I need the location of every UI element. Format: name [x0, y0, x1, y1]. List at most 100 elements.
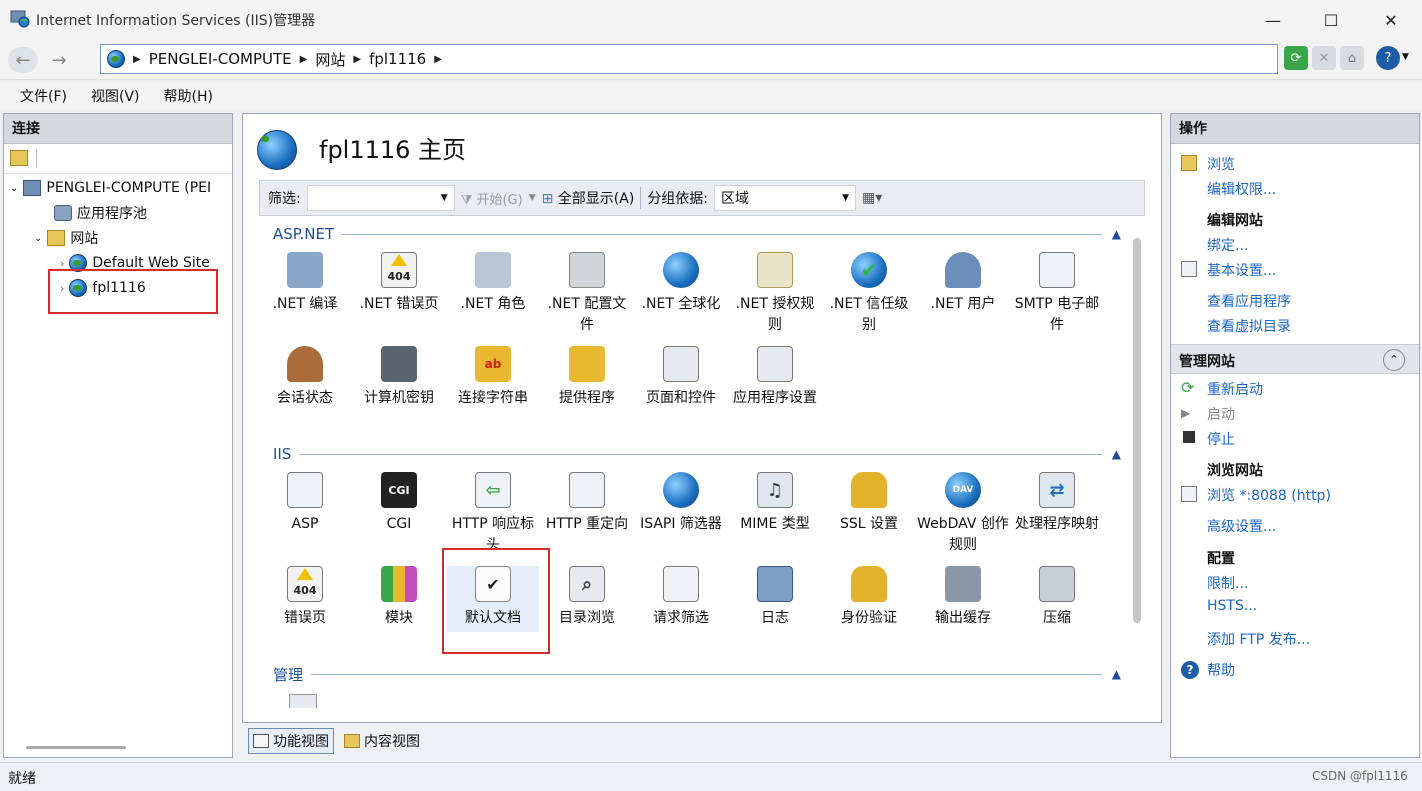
feature-output-caching[interactable]: 输出缓存	[917, 566, 1009, 629]
start-filter-button[interactable]: ⧩ 开始(G)	[461, 189, 523, 208]
feature-pages-controls[interactable]: 页面和控件	[635, 346, 727, 409]
feature-compression[interactable]: 压缩	[1011, 566, 1103, 629]
menu-view[interactable]: 视图(V)	[91, 86, 140, 106]
feature-modules[interactable]: 模块	[353, 566, 445, 629]
action-stop[interactable]: 停止	[1207, 429, 1235, 449]
feature-directory-browsing[interactable]: ⌕ 目录浏览	[541, 566, 633, 629]
feature-http-redirect[interactable]: HTTP 重定向	[541, 472, 633, 535]
breadcrumb-arrow-icon[interactable]: ▶	[353, 54, 361, 65]
feature-net-users[interactable]: .NET 用户	[917, 252, 1009, 315]
maximize-button[interactable]: ☐	[1302, 0, 1360, 40]
session-icon	[287, 346, 323, 382]
menu-help[interactable]: 帮助(H)	[164, 86, 213, 106]
asp-icon	[287, 472, 323, 508]
feature-isapi-filters[interactable]: ISAPI 筛选器	[635, 472, 727, 535]
action-start[interactable]: 启动	[1207, 404, 1235, 424]
feature-machine-key[interactable]: 计算机密钥	[353, 346, 445, 409]
action-add-ftp[interactable]: 添加 FTP 发布...	[1207, 629, 1310, 649]
action-hsts[interactable]: HSTS...	[1207, 598, 1257, 614]
action-browse-port[interactable]: 浏览 *:8088 (http)	[1207, 485, 1331, 505]
feature-session-state[interactable]: 会话状态	[259, 346, 351, 409]
view-toggle-icon[interactable]: ▦▾	[862, 190, 882, 206]
feature-asp[interactable]: ASP	[259, 472, 351, 535]
section-iis[interactable]: IIS ▲	[259, 442, 1129, 466]
feature-net-globalization[interactable]: .NET 全球化	[635, 252, 727, 315]
help-icon[interactable]: ?	[1376, 46, 1400, 70]
vertical-scrollbar[interactable]	[1133, 238, 1141, 623]
breadcrumb-arrow-icon[interactable]: ▶	[300, 54, 308, 65]
chevron-right-icon[interactable]: ›	[60, 257, 64, 270]
back-button[interactable]: ←	[8, 47, 38, 73]
action-help[interactable]: 帮助	[1207, 660, 1235, 680]
isapi-filter-icon	[663, 472, 699, 508]
breadcrumb-sites[interactable]: 网站	[315, 49, 345, 70]
tab-content-view[interactable]: 内容视图	[340, 728, 424, 754]
directory-browse-icon: ⌕	[569, 566, 605, 602]
feature-webdav-authoring[interactable]: DAV WebDAV 创作规则	[917, 472, 1009, 556]
feature-connection-strings[interactable]: ab 连接字符串	[447, 346, 539, 409]
close-button[interactable]: ✕	[1362, 0, 1420, 40]
feature-net-authorization[interactable]: .NET 授权规则	[729, 252, 821, 336]
breadcrumb-site[interactable]: fpl1116	[369, 50, 426, 68]
dropdown-arrow-icon[interactable]: ▼	[842, 193, 849, 203]
breadcrumb-arrow-icon[interactable]: ▶	[434, 54, 442, 65]
help-dropdown-icon[interactable]: ▼	[1402, 52, 1409, 62]
feature-net-error-pages[interactable]: 404 .NET 错误页	[353, 252, 445, 315]
manage-feature-icon[interactable]	[289, 694, 317, 708]
horizontal-scrollbar[interactable]	[26, 746, 126, 749]
minimize-button[interactable]: —	[1244, 0, 1302, 40]
section-manage[interactable]: 管理 ▲	[259, 662, 1129, 686]
feature-mime-types[interactable]: ♫ MIME 类型	[729, 472, 821, 535]
breadcrumb-arrow-icon[interactable]: ▶	[133, 54, 141, 65]
collapse-icon[interactable]: ▲	[1102, 667, 1129, 681]
feature-authentication[interactable]: 身份验证	[823, 566, 915, 629]
action-view-applications[interactable]: 查看应用程序	[1207, 291, 1291, 311]
breadcrumb-server[interactable]: PENGLEI-COMPUTE	[149, 50, 292, 68]
tree-item-server[interactable]: ⌄ PENGLEI-COMPUTE (PEI	[10, 176, 211, 200]
action-basic-settings[interactable]: 基本设置...	[1207, 260, 1276, 280]
collapse-icon[interactable]: ▲	[1102, 227, 1129, 241]
feature-cgi[interactable]: CGI CGI	[353, 472, 445, 535]
action-limits[interactable]: 限制...	[1207, 573, 1248, 593]
action-bindings[interactable]: 绑定...	[1207, 235, 1248, 255]
feature-request-filtering[interactable]: 请求筛选	[635, 566, 727, 629]
group-by-select[interactable]: 区域 ▼	[714, 185, 857, 211]
feature-net-roles[interactable]: .NET 角色	[447, 252, 539, 315]
forward-button[interactable]: →	[44, 47, 74, 73]
breadcrumb[interactable]: ▶ PENGLEI-COMPUTE ▶ 网站 ▶ fpl1116 ▶	[100, 44, 1278, 74]
feature-net-compile[interactable]: .NET 编译	[259, 252, 351, 315]
tree-item-app-pools[interactable]: 应用程序池	[54, 201, 147, 225]
feature-net-profile[interactable]: .NET 配置文件	[541, 252, 633, 336]
collapse-icon[interactable]: ⌃	[1383, 349, 1405, 371]
chevron-down-icon[interactable]: ⌄	[10, 183, 18, 194]
collapse-icon[interactable]: ▲	[1102, 447, 1129, 461]
action-browse[interactable]: 浏览	[1207, 154, 1235, 174]
feature-http-response-headers[interactable]: ⇦ HTTP 响应标头	[447, 472, 539, 556]
action-advanced-settings[interactable]: 高级设置...	[1207, 516, 1276, 536]
refresh-icon[interactable]: ⟳	[1284, 46, 1308, 70]
feature-error-pages[interactable]: 404 错误页	[259, 566, 351, 629]
tree-item-sites[interactable]: ⌄ 网站	[34, 226, 98, 250]
filter-input[interactable]: ▼	[306, 185, 455, 211]
dropdown-arrow-icon[interactable]: ▼	[441, 193, 448, 203]
action-restart[interactable]: 重新启动	[1207, 379, 1263, 399]
feature-net-trust-levels[interactable]: ✔ .NET 信任级别	[823, 252, 915, 336]
show-all-button[interactable]: ⊞ 全部显示(A)	[542, 188, 635, 208]
feature-ssl-settings[interactable]: SSL 设置	[823, 472, 915, 535]
action-view-virtual-directories[interactable]: 查看虚拟目录	[1207, 316, 1291, 336]
manage-site-header[interactable]: 管理网站 ⌃	[1171, 344, 1419, 374]
tab-features-view[interactable]: 功能视图	[248, 728, 334, 754]
menu-file[interactable]: 文件(F)	[20, 86, 67, 106]
feature-handler-mappings[interactable]: ⇄ 处理程序映射	[1011, 472, 1103, 535]
action-edit-permissions[interactable]: 编辑权限...	[1207, 179, 1276, 199]
stop-icon[interactable]: ✕	[1312, 46, 1336, 70]
feature-smtp-email[interactable]: SMTP 电子邮件	[1011, 252, 1103, 336]
home-icon[interactable]: ⌂	[1340, 46, 1364, 70]
feature-app-settings[interactable]: 应用程序设置	[729, 346, 821, 409]
section-aspnet[interactable]: ASP.NET ▲	[259, 222, 1129, 246]
dropdown-arrow-icon[interactable]: ▼	[529, 193, 536, 203]
connect-folder-icon[interactable]	[10, 150, 28, 166]
feature-logging[interactable]: 日志	[729, 566, 821, 629]
chevron-down-icon[interactable]: ⌄	[34, 233, 42, 244]
feature-providers[interactable]: 提供程序	[541, 346, 633, 409]
